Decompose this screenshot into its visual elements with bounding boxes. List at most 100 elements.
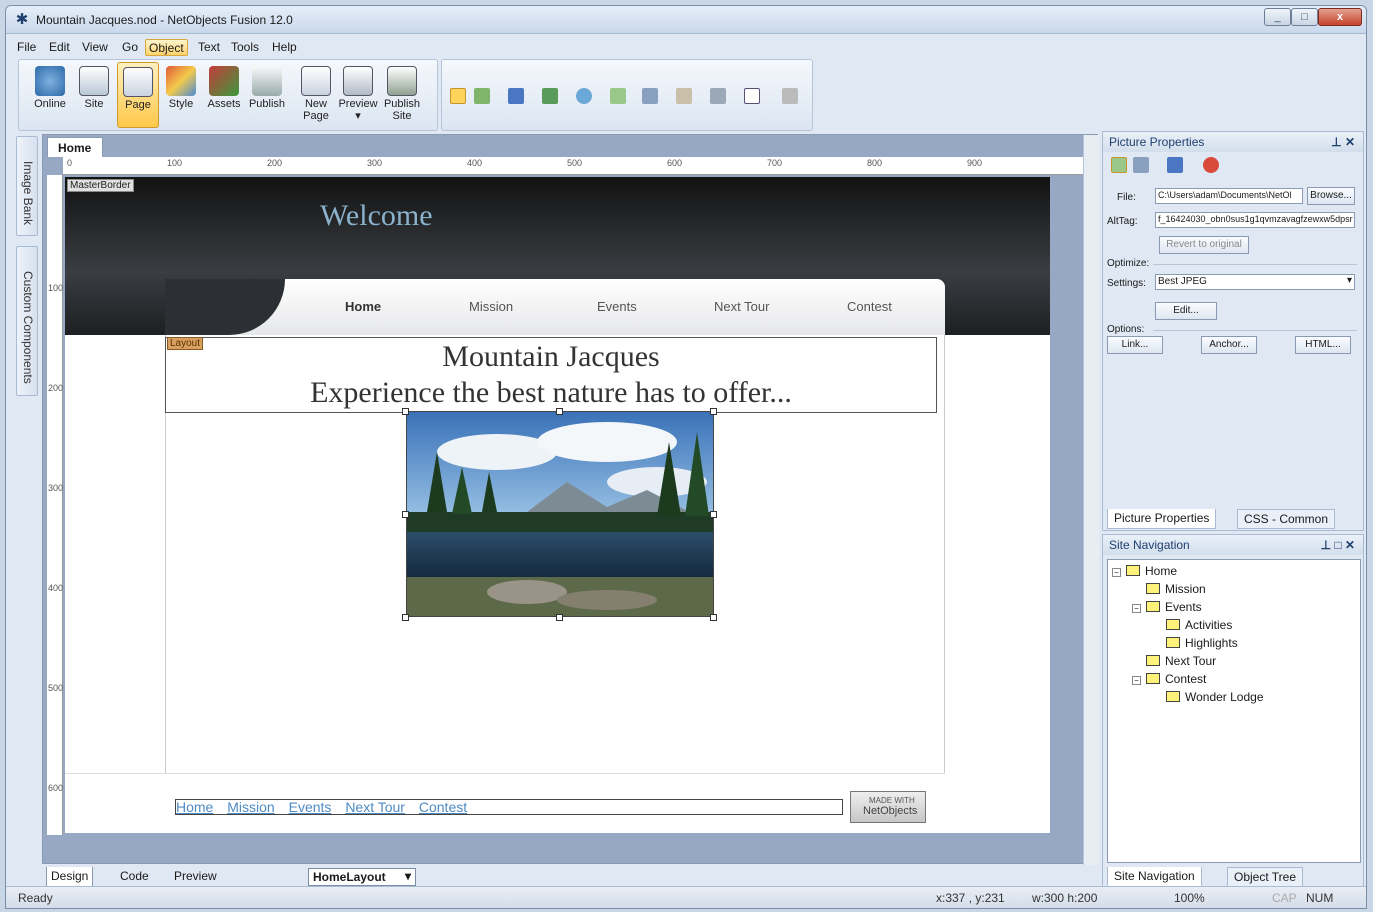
- menu-tools[interactable]: Tools: [228, 39, 262, 56]
- resize-handle[interactable]: [710, 511, 717, 518]
- footer-link-events[interactable]: Events: [289, 799, 332, 815]
- alttag-field[interactable]: f_16424030_obn0sus1g1qvmzavagfzewxw5dpsr: [1155, 212, 1355, 228]
- chevron-down-icon: ▾: [404, 869, 411, 883]
- footer-nav-links[interactable]: Home Mission Events Next Tour Contest: [175, 799, 843, 815]
- footer-link-next-tour[interactable]: Next Tour: [345, 799, 405, 815]
- custom-components-tab[interactable]: Custom Components: [16, 246, 38, 396]
- resize-handle[interactable]: [556, 614, 563, 621]
- menu-object[interactable]: Object: [145, 39, 188, 56]
- anchor-button[interactable]: Anchor...: [1201, 336, 1257, 354]
- nav-events[interactable]: Events: [597, 299, 637, 314]
- ruler-tick: 900: [967, 158, 983, 168]
- rollover-icon[interactable]: [1203, 157, 1219, 173]
- picture-tool-icon[interactable]: [542, 88, 558, 104]
- picture-tab-icon[interactable]: [1111, 157, 1127, 173]
- site-button[interactable]: Site: [73, 62, 115, 128]
- edit-button[interactable]: Edit...: [1155, 302, 1217, 320]
- menu-help[interactable]: Help: [269, 39, 300, 56]
- layout-select[interactable]: HomeLayout ▾: [308, 868, 416, 886]
- resize-handle[interactable]: [402, 408, 409, 415]
- menu-file[interactable]: File: [14, 39, 39, 56]
- collapse-icon[interactable]: −: [1132, 604, 1141, 613]
- tab-picture-properties[interactable]: Picture Properties: [1107, 509, 1217, 529]
- tree-node-home[interactable]: Home: [1126, 563, 1177, 579]
- tab-home[interactable]: Home: [47, 137, 103, 157]
- browse-button[interactable]: Browse...: [1307, 187, 1355, 205]
- resize-handle[interactable]: [710, 614, 717, 621]
- menu-text[interactable]: Text: [195, 39, 223, 56]
- menu-view[interactable]: View: [79, 39, 111, 56]
- menu-go[interactable]: Go: [119, 39, 141, 56]
- tree-node-next-tour[interactable]: Next Tour: [1146, 653, 1216, 669]
- preview-button[interactable]: Preview ▾: [337, 62, 379, 128]
- image-bank-tab[interactable]: Image Bank: [16, 136, 38, 236]
- tab-site-navigation[interactable]: Site Navigation: [1107, 867, 1202, 887]
- vertical-scrollbar[interactable]: [1083, 135, 1099, 865]
- tree-node-highlights[interactable]: Highlights: [1166, 635, 1238, 651]
- pin-close-icon[interactable]: ⊥ ✕: [1331, 135, 1355, 149]
- page-canvas[interactable]: MasterBorder Welcome Home Mission Events…: [65, 177, 1050, 833]
- nav-contest[interactable]: Contest: [847, 299, 892, 314]
- netobjects-badge[interactable]: MADE WITH NetObjects: [850, 791, 926, 823]
- picture-effect-icon[interactable]: [1133, 157, 1149, 173]
- chevron-down-icon[interactable]: ▾: [337, 110, 379, 122]
- online-button[interactable]: Online: [29, 62, 71, 128]
- footer-link-home[interactable]: Home: [176, 799, 213, 815]
- tree-node-mission[interactable]: Mission: [1146, 581, 1206, 597]
- footer-link-mission[interactable]: Mission: [227, 799, 274, 815]
- navbar-tool-icon[interactable]: [710, 88, 726, 104]
- file-field[interactable]: C:\Users\adam\Documents\NetOl: [1155, 188, 1303, 204]
- zoom-tool-icon[interactable]: [474, 88, 490, 104]
- table-tool-icon[interactable]: [610, 88, 626, 104]
- form-tool-icon[interactable]: [676, 88, 692, 104]
- web-tool-icon[interactable]: [576, 88, 592, 104]
- resize-handle[interactable]: [556, 408, 563, 415]
- tree-node-activities[interactable]: Activities: [1166, 617, 1232, 633]
- tab-preview[interactable]: Preview: [170, 867, 221, 887]
- tab-css-common[interactable]: CSS - Common: [1237, 509, 1336, 529]
- shape-tool-icon[interactable]: [744, 88, 760, 104]
- mountain-lake-photo[interactable]: [406, 411, 714, 617]
- tab-object-tree[interactable]: Object Tree: [1227, 867, 1304, 887]
- welcome-banner-text[interactable]: Welcome: [320, 199, 433, 233]
- new-page-button[interactable]: New Page: [295, 62, 337, 128]
- tab-design[interactable]: Design: [46, 867, 94, 887]
- close-button[interactable]: x: [1318, 8, 1362, 26]
- ruler-tick: 400: [48, 583, 64, 593]
- tab-code[interactable]: Code: [116, 867, 153, 887]
- text-tool-icon[interactable]: [508, 88, 524, 104]
- tree-node-events[interactable]: Events: [1146, 599, 1202, 615]
- link-button[interactable]: Link...: [1107, 336, 1163, 354]
- page-button[interactable]: Page: [117, 62, 159, 128]
- layout-region-icon[interactable]: [642, 88, 658, 104]
- publish-site-button[interactable]: Publish Site: [381, 62, 423, 128]
- menu-edit[interactable]: Edit: [46, 39, 73, 56]
- collapse-icon[interactable]: −: [1112, 568, 1121, 577]
- headline-subtitle: Experience the best nature has to offer.…: [310, 376, 792, 409]
- style-button[interactable]: Style: [160, 62, 202, 128]
- footer-link-contest[interactable]: Contest: [419, 799, 467, 815]
- alttag-label: AltTag:: [1107, 216, 1138, 227]
- minimize-button[interactable]: _: [1264, 8, 1291, 26]
- headline-textbox[interactable]: Mountain Jacques Experience the best nat…: [165, 337, 937, 413]
- pin-close-icon[interactable]: ⊥ □ ✕: [1321, 538, 1355, 552]
- revert-button[interactable]: Revert to original: [1159, 236, 1249, 254]
- resize-handle[interactable]: [710, 408, 717, 415]
- select-tool-icon[interactable]: [450, 88, 466, 104]
- text-tab-icon[interactable]: [1167, 157, 1183, 173]
- nav-home[interactable]: Home: [345, 299, 381, 314]
- resize-handle[interactable]: [402, 511, 409, 518]
- collapse-icon[interactable]: −: [1132, 676, 1141, 685]
- vertical-ruler: 100 200 300 400 500 600: [47, 175, 63, 835]
- nav-mission[interactable]: Mission: [469, 299, 513, 314]
- html-button[interactable]: HTML...: [1295, 336, 1351, 354]
- publish-button[interactable]: Publish: [246, 62, 288, 128]
- component-tool-icon[interactable]: [782, 88, 798, 104]
- nav-next-tour[interactable]: Next Tour: [714, 299, 769, 314]
- tree-node-wonder-lodge[interactable]: Wonder Lodge: [1166, 689, 1264, 705]
- tree-node-contest[interactable]: Contest: [1146, 671, 1206, 687]
- maximize-button[interactable]: □: [1291, 8, 1318, 26]
- resize-handle[interactable]: [402, 614, 409, 621]
- assets-button[interactable]: Assets: [203, 62, 245, 128]
- settings-select[interactable]: Best JPEG ▾: [1155, 274, 1355, 290]
